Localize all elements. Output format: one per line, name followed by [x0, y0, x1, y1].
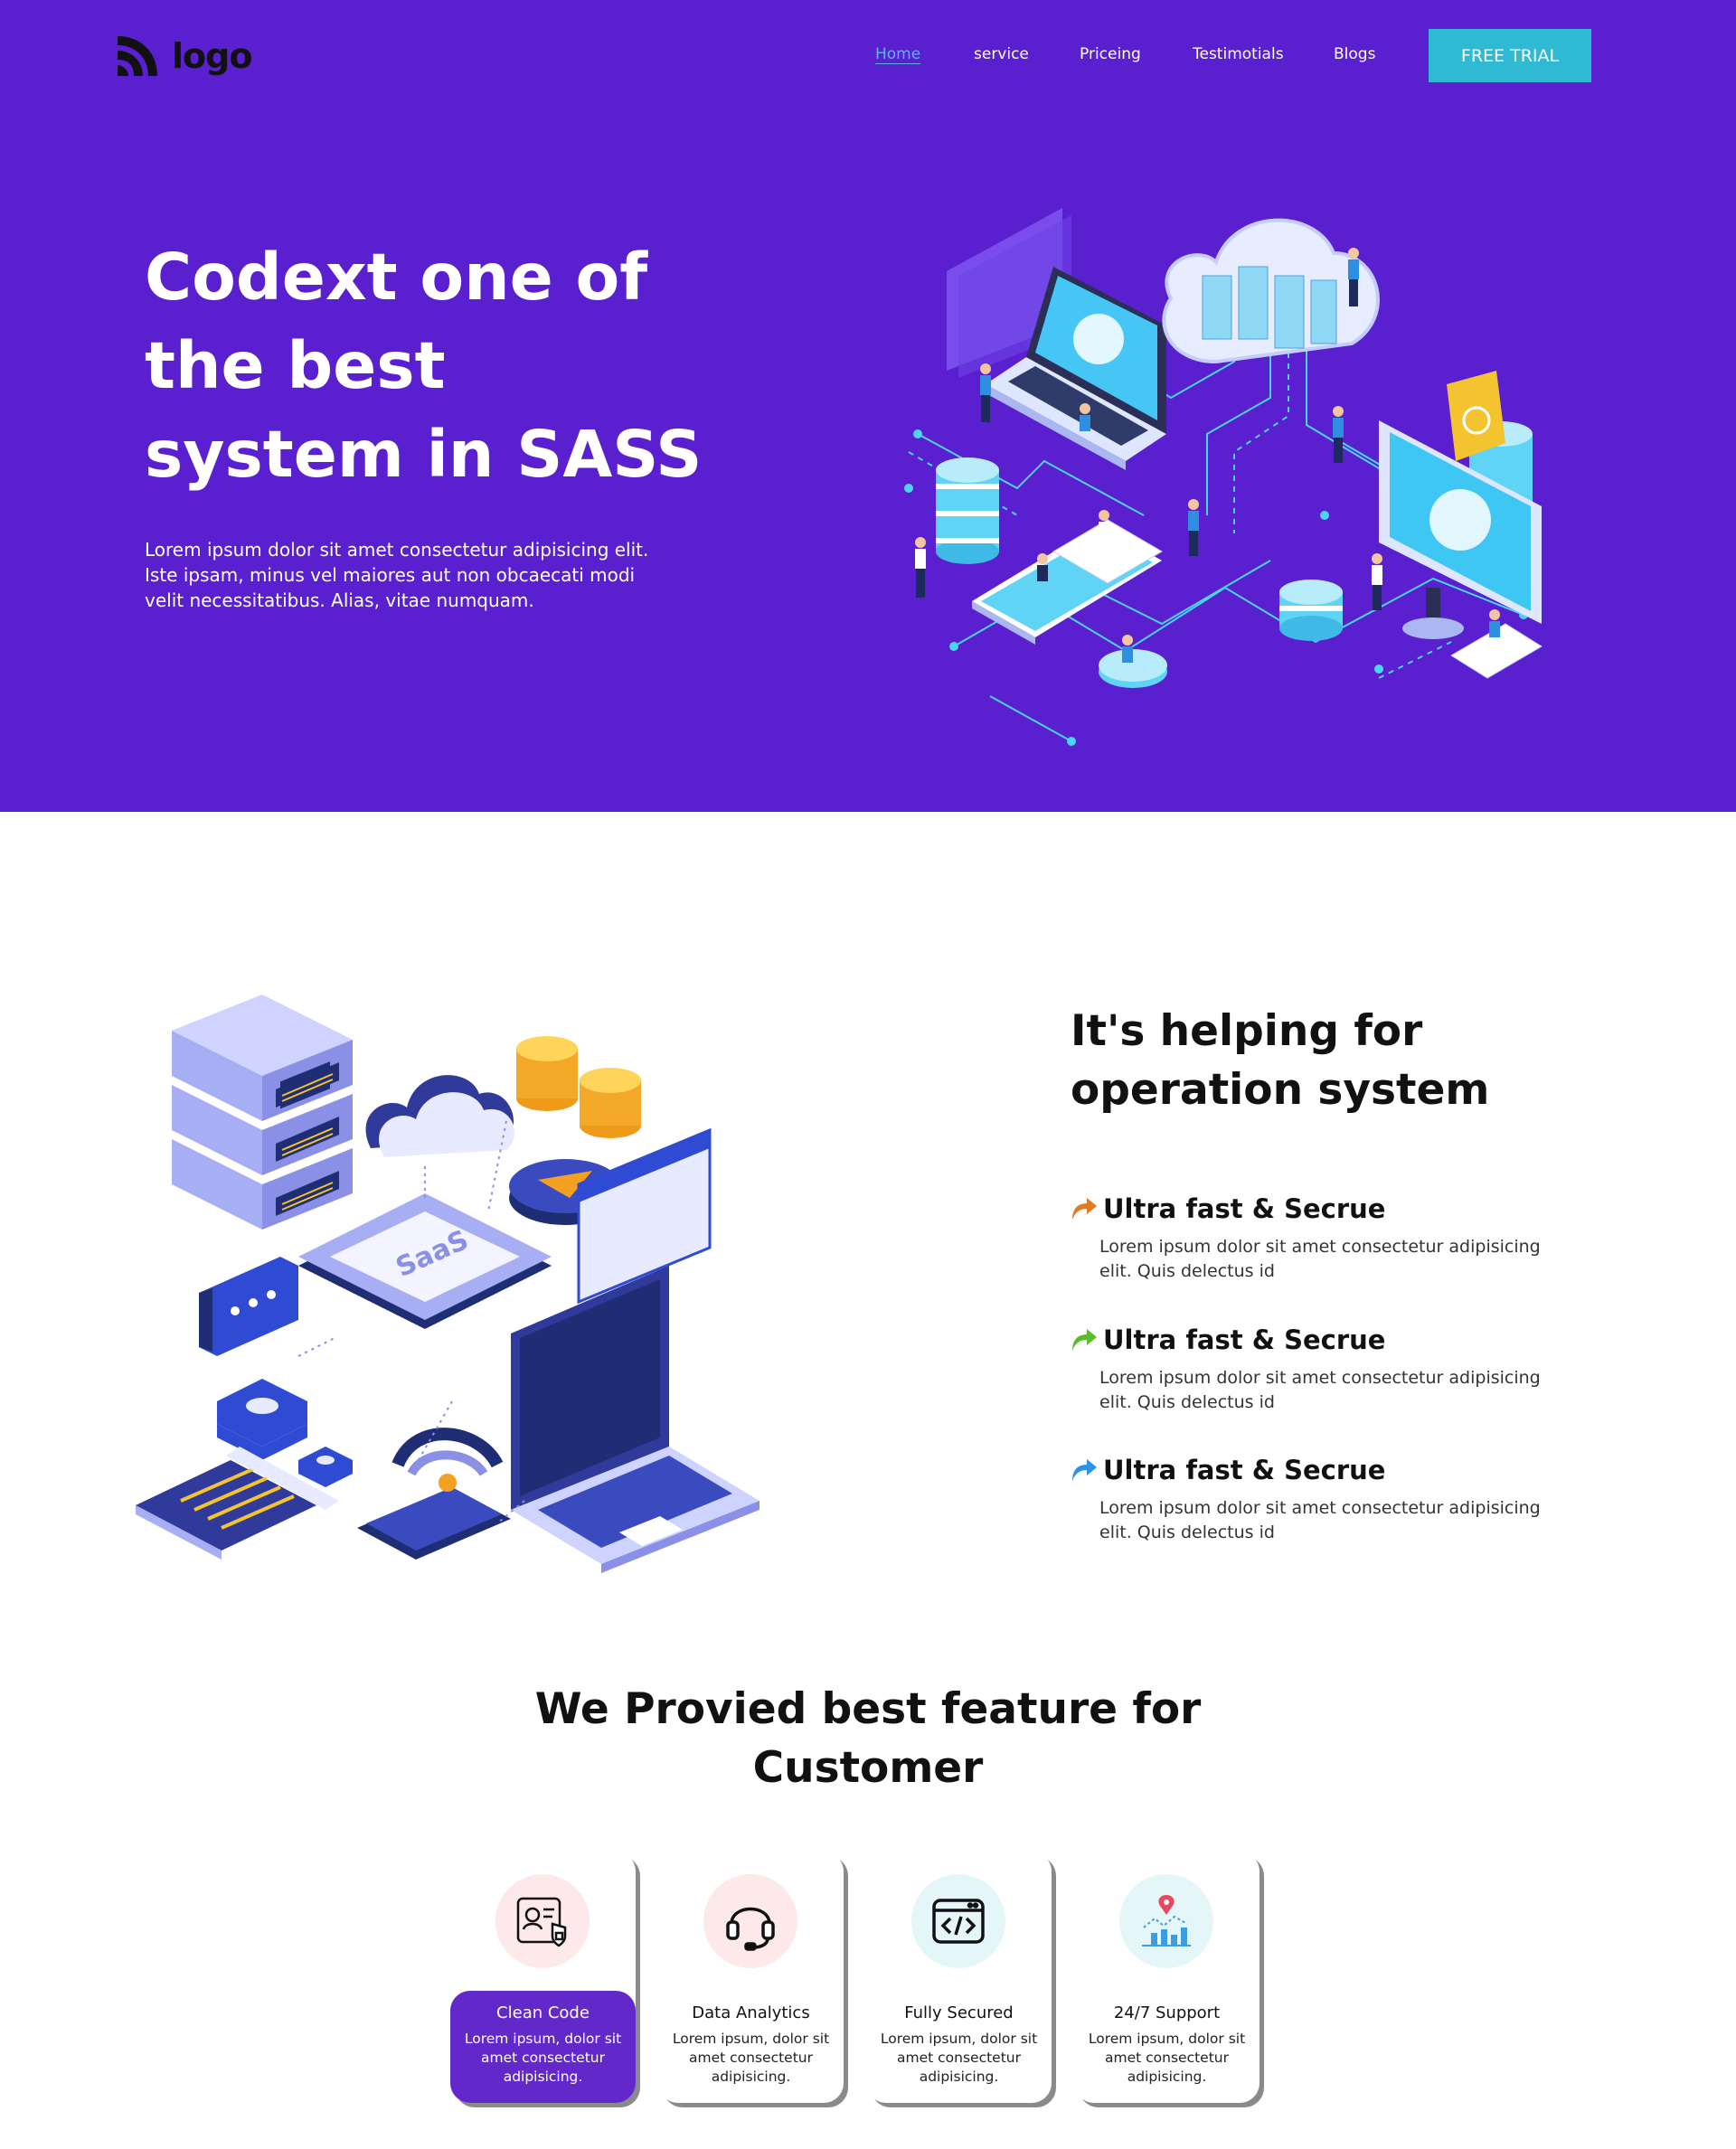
free-trial-button[interactable]: FREE TRIAL: [1429, 29, 1591, 82]
icon-circle: [911, 1874, 1005, 1968]
forward-arrow-icon: [1072, 1329, 1097, 1351]
feature-item: Ultra fast & Secrue Lorem ipsum dolor si…: [1071, 1455, 1577, 1545]
feature-card-support[interactable]: 24/7 Support Lorem ipsum, dolor sit amet…: [1074, 1852, 1260, 2103]
features-section-title: We Provied best feature for Customer: [534, 1684, 1202, 1793]
icon-circle: [1119, 1874, 1213, 1968]
card-text: Lorem ipsum, dolor sit amet consectetur …: [1088, 2031, 1246, 2085]
nav-testimonials[interactable]: Testimotials: [1193, 45, 1284, 63]
card-body: Data Analytics Lorem ipsum, dolor sit am…: [658, 1991, 844, 2103]
code-window-icon: [932, 1899, 985, 1944]
feature-item: Ultra fast & Secrue Lorem ipsum dolor si…: [1071, 1324, 1577, 1415]
feature-title: Ultra fast & Secrue: [1103, 1324, 1386, 1355]
icon-circle: [495, 1874, 590, 1968]
card-body: Fully Secured Lorem ipsum, dolor sit ame…: [866, 1991, 1052, 2103]
feature-card-data-analytics[interactable]: Data Analytics Lorem ipsum, dolor sit am…: [658, 1852, 844, 2103]
forward-arrow-icon: [1072, 1459, 1097, 1481]
nav-blogs[interactable]: Blogs: [1334, 45, 1375, 63]
hero-subtitle: Lorem ipsum dolor sit amet consectetur a…: [145, 539, 649, 611]
card-text: Lorem ipsum, dolor sit amet consectetur …: [880, 2031, 1038, 2085]
card-text: Lorem ipsum, dolor sit amet consectetur …: [464, 2031, 622, 2085]
feature-card-clean-code[interactable]: Clean Code Lorem ipsum, dolor sit amet c…: [450, 1852, 636, 2103]
analytics-chart-icon: [1142, 1895, 1191, 1946]
card-body: 24/7 Support Lorem ipsum, dolor sit amet…: [1074, 1991, 1260, 2103]
forward-arrow-icon: [1072, 1198, 1097, 1220]
feature-description: Lorem ipsum dolor sit amet consectetur a…: [1099, 1237, 1541, 1281]
cloud-network-illustration: [904, 208, 1543, 746]
feature-title: Ultra fast & Secrue: [1103, 1193, 1386, 1224]
card-title: Data Analytics: [692, 2003, 810, 2022]
card-title: Clean Code: [496, 2003, 590, 2022]
nav-pricing[interactable]: Priceing: [1080, 45, 1141, 63]
icon-circle: [703, 1874, 797, 1968]
hero-section: logo Home service Priceing Testimotials …: [0, 0, 1736, 812]
card-text: Lorem ipsum, dolor sit amet consectetur …: [672, 2031, 830, 2085]
feature-title: Ultra fast & Secrue: [1103, 1455, 1386, 1485]
feature-card-fully-secured[interactable]: Fully Secured Lorem ipsum, dolor sit ame…: [866, 1852, 1052, 2103]
nav-home[interactable]: Home: [875, 45, 920, 63]
feature-description: Lorem ipsum dolor sit amet consectetur a…: [1099, 1368, 1541, 1412]
feature-item: Ultra fast & Secrue Lorem ipsum dolor si…: [1071, 1193, 1577, 1284]
nav-service[interactable]: service: [974, 45, 1029, 63]
feature-description: Lorem ipsum dolor sit amet consectetur a…: [1099, 1498, 1541, 1542]
headset-icon: [726, 1907, 775, 1951]
document-shield-icon: [516, 1897, 567, 1947]
hero-title: Codext one of the best system in SASS: [145, 240, 703, 492]
saas-isometric-illustration: SaaS: [136, 994, 760, 1573]
card-title: Fully Secured: [904, 2003, 1014, 2022]
helping-title: It's helping for operation system: [1071, 1006, 1490, 1115]
card-title: 24/7 Support: [1113, 2003, 1221, 2022]
card-body: Clean Code Lorem ipsum, dolor sit amet c…: [450, 1991, 636, 2103]
